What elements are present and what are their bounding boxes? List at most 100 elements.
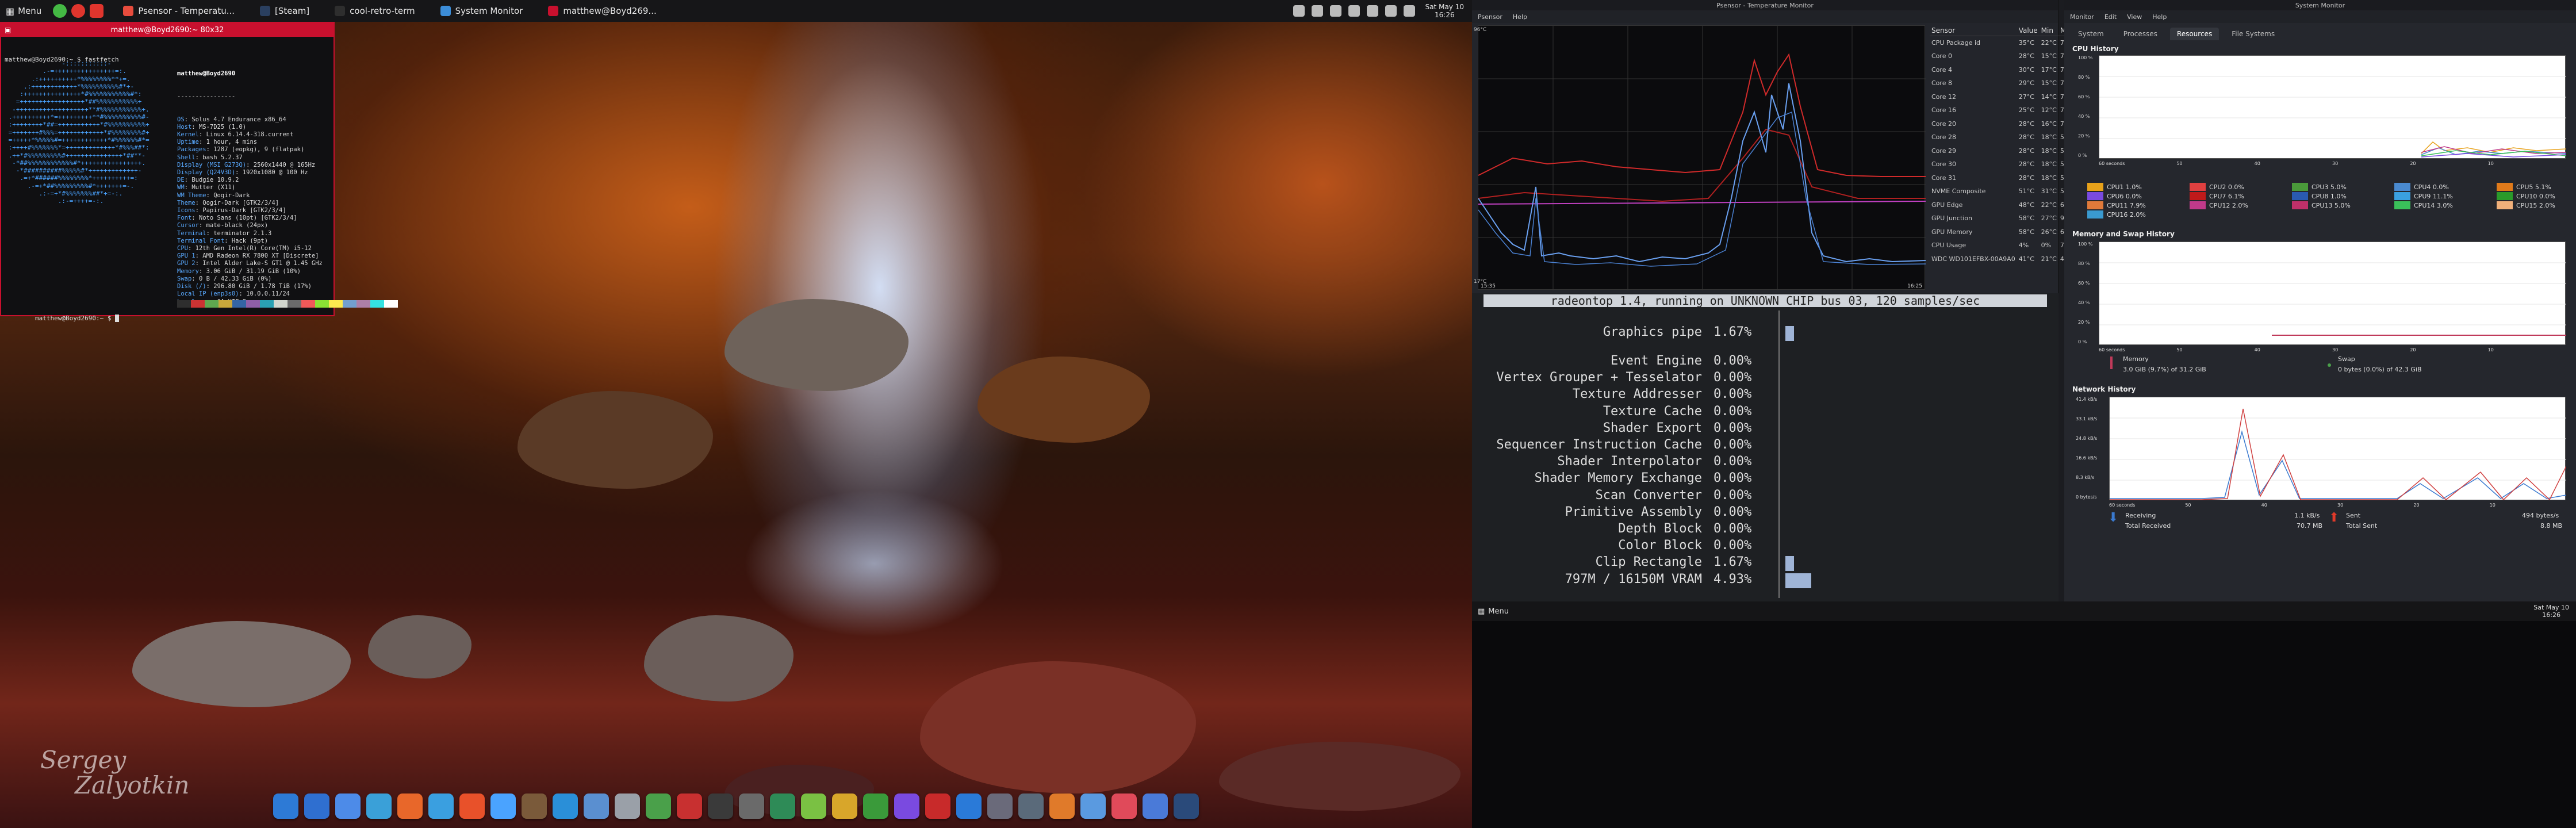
menu-psensor[interactable]: Psensor xyxy=(1478,13,1502,21)
waveform-icon[interactable] xyxy=(770,793,795,819)
task-button[interactable]: System Monitor xyxy=(435,0,529,22)
torrent-icon[interactable] xyxy=(677,793,702,819)
download-icon[interactable] xyxy=(1018,793,1044,819)
notes-icon[interactable] xyxy=(615,793,640,819)
psensor-window[interactable]: Psensor - Temperature Monitor Psensor He… xyxy=(1472,0,2130,293)
cpu-color-swatch[interactable] xyxy=(2087,183,2103,191)
cpu-legend-item[interactable]: CPU9 11.1% xyxy=(2394,192,2453,200)
archive-icon[interactable] xyxy=(832,793,857,819)
maps-icon[interactable] xyxy=(646,793,671,819)
game-icon[interactable] xyxy=(925,793,950,819)
steam-icon[interactable] xyxy=(1174,793,1199,819)
budgie-icon[interactable] xyxy=(366,793,392,819)
cpu-legend-item[interactable]: CPU5 5.1% xyxy=(2497,183,2551,191)
menu-edit[interactable]: Edit xyxy=(2104,13,2117,21)
sysmon-titlebar[interactable]: System Monitor xyxy=(2064,0,2576,10)
mail-icon[interactable] xyxy=(894,793,919,819)
cpu-color-swatch[interactable] xyxy=(2394,192,2410,200)
task-button[interactable]: cool-retro-term xyxy=(329,0,420,22)
windows-icon[interactable] xyxy=(987,793,1013,819)
tab-file-systems[interactable]: File Systems xyxy=(2225,28,2282,40)
cpu-legend-item[interactable]: CPU16 2.0% xyxy=(2087,210,2146,218)
menu-monitor[interactable]: Monitor xyxy=(2070,13,2094,21)
network-icon[interactable] xyxy=(1385,5,1397,17)
cpu-color-swatch[interactable] xyxy=(2087,201,2103,209)
firefox-icon[interactable] xyxy=(397,793,423,819)
tab-system[interactable]: System xyxy=(2071,28,2111,40)
bell-icon[interactable] xyxy=(1366,5,1378,17)
menu-help[interactable]: Help xyxy=(1513,13,1527,21)
drive-icon[interactable] xyxy=(1049,793,1075,819)
vpn-icon[interactable] xyxy=(1080,793,1106,819)
gamepad-icon[interactable] xyxy=(863,793,888,819)
cpu-color-swatch[interactable] xyxy=(2190,192,2206,200)
cpu-color-swatch[interactable] xyxy=(2394,201,2410,209)
cpu-color-swatch[interactable] xyxy=(2292,183,2308,191)
brave-icon[interactable] xyxy=(459,793,485,819)
package-icon[interactable] xyxy=(522,793,547,819)
clock[interactable]: Sat May 10 16:26 xyxy=(2533,604,2569,619)
cpu-color-swatch[interactable] xyxy=(2190,183,2206,191)
cpu-legend-item[interactable]: CPU8 1.0% xyxy=(2292,192,2347,200)
cpu-color-swatch[interactable] xyxy=(2087,210,2103,218)
controller-icon[interactable] xyxy=(1111,793,1137,819)
files-icon[interactable] xyxy=(273,793,298,819)
steam-tray-icon[interactable] xyxy=(1293,5,1305,17)
cube-icon[interactable] xyxy=(801,793,826,819)
browser-icon[interactable] xyxy=(428,793,454,819)
cpu-color-swatch[interactable] xyxy=(2497,192,2513,200)
cpu-color-swatch[interactable] xyxy=(2497,201,2513,209)
temperature-icon[interactable] xyxy=(1348,5,1360,17)
task-button[interactable]: matthew@Boyd269... xyxy=(542,0,662,22)
lock-icon[interactable] xyxy=(90,4,104,18)
cpu-legend-item[interactable]: CPU7 6.1% xyxy=(2190,192,2244,200)
cpu-legend-item[interactable]: CPU14 3.0% xyxy=(2394,201,2453,209)
settings-icon[interactable] xyxy=(335,793,361,819)
tab-resources[interactable]: Resources xyxy=(2169,28,2220,40)
cpu-legend-item[interactable]: CPU4 0.0% xyxy=(2394,183,2449,191)
task-button[interactable]: Psensor - Temperatu... xyxy=(117,0,240,22)
menu-help[interactable]: Help xyxy=(2152,13,2167,21)
menu-button[interactable]: ▦ Menu xyxy=(1478,607,1509,616)
monitor-icon[interactable] xyxy=(739,793,764,819)
display-icon[interactable] xyxy=(1329,5,1341,17)
clock[interactable]: Sat May 10 16:26 xyxy=(1425,3,1464,19)
vscode-icon[interactable] xyxy=(553,793,578,819)
column-header[interactable]: Min xyxy=(2039,25,2058,36)
cpu-legend-item[interactable]: CPU10 0.0% xyxy=(2497,192,2555,200)
tab-processes[interactable]: Processes xyxy=(2117,28,2164,40)
terminal-body[interactable]: matthew@Boyd2690:~ $ fastfetch -::::::::… xyxy=(1,37,398,323)
wifi-icon[interactable] xyxy=(1403,5,1415,17)
shield-icon[interactable] xyxy=(490,793,516,819)
column-header[interactable]: Sensor xyxy=(1930,25,2017,36)
terminal-titlebar[interactable]: ▣ matthew@Boyd2690:~ 80x32 xyxy=(1,23,334,37)
cpu-legend-item[interactable]: CPU6 0.0% xyxy=(2087,192,2142,200)
volume-icon[interactable] xyxy=(1311,5,1323,17)
cpu-legend-item[interactable]: CPU2 0.0% xyxy=(2190,183,2244,191)
terminal-icon[interactable] xyxy=(708,793,733,819)
cpu-legend-item[interactable]: CPU1 1.0% xyxy=(2087,183,2142,191)
terminal-window[interactable]: ▣ matthew@Boyd2690:~ 80x32 matthew@Boyd2… xyxy=(0,22,398,323)
psensor-titlebar[interactable]: Psensor - Temperature Monitor xyxy=(1472,0,2058,10)
cpu-color-swatch[interactable] xyxy=(2292,192,2308,200)
cpu-legend-item[interactable]: CPU13 5.0% xyxy=(2292,201,2351,209)
menu-view[interactable]: View xyxy=(2127,13,2142,21)
column-header[interactable]: Value xyxy=(2017,25,2040,36)
wallpaper-icon[interactable] xyxy=(584,793,609,819)
cpu-legend-item[interactable]: CPU15 2.0% xyxy=(2497,201,2555,209)
menu-button[interactable]: ▦ Menu xyxy=(6,6,41,17)
terminal-prompt[interactable]: matthew@Boyd2690:~ $ _ xyxy=(5,307,119,330)
launcher-green-icon[interactable] xyxy=(53,4,67,18)
steam-icon-2[interactable] xyxy=(1143,793,1168,819)
cpu-legend-item[interactable]: CPU12 2.0% xyxy=(2190,201,2248,209)
sync-icon[interactable] xyxy=(956,793,982,819)
folder-icon[interactable] xyxy=(304,793,329,819)
cpu-color-swatch[interactable] xyxy=(2497,183,2513,191)
cpu-color-swatch[interactable] xyxy=(2394,183,2410,191)
cpu-legend-item[interactable]: CPU11 7.9% xyxy=(2087,201,2146,209)
cpu-legend-item[interactable]: CPU3 5.0% xyxy=(2292,183,2347,191)
system-monitor-window[interactable]: System Monitor Monitor Edit View Help Sy… xyxy=(2064,0,2576,621)
power-icon[interactable] xyxy=(71,4,86,18)
cpu-color-swatch[interactable] xyxy=(2087,192,2103,200)
cpu-color-swatch[interactable] xyxy=(2190,201,2206,209)
